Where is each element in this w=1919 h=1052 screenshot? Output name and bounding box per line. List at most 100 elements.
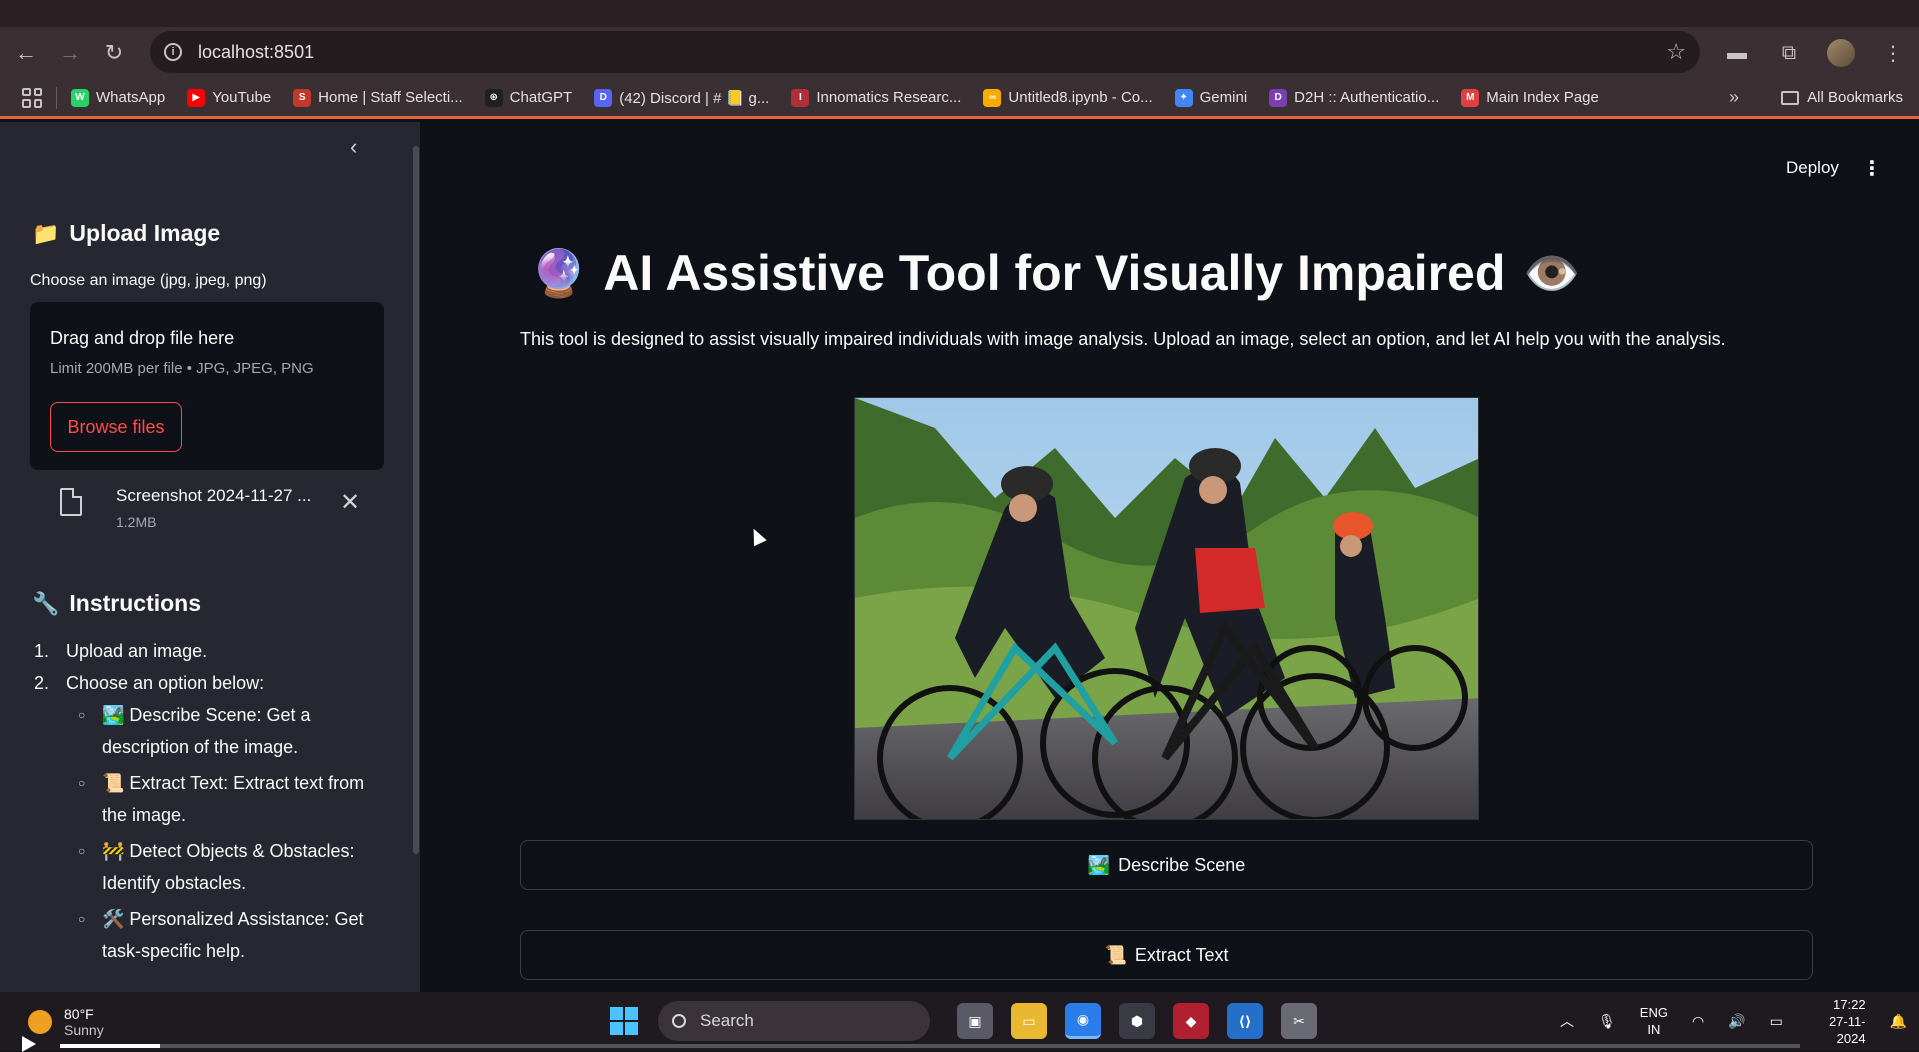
bookmarks-bar: W WhatsApp ▶ YouTube S Home | Staff Selecti..… bbox=[0, 79, 1919, 119]
snipping-tool-icon[interactable]: ✂ bbox=[1281, 1003, 1317, 1039]
microphone-icon[interactable]: 🎙 bbox=[1598, 1013, 1616, 1030]
app-icon-red[interactable]: ◆ bbox=[1173, 1003, 1209, 1039]
bookmark-favicon-icon: D bbox=[594, 88, 613, 107]
bookmark-item[interactable]: ∞ Untitled8.ipynb - Co... bbox=[983, 88, 1153, 107]
app-icon[interactable]: ⬢ bbox=[1119, 1003, 1155, 1039]
picture-emoji-icon: 🏞️ bbox=[1087, 854, 1111, 875]
describe-scene-label: Describe Scene bbox=[1118, 854, 1246, 875]
reload-icon[interactable]: ↻ bbox=[96, 35, 132, 71]
bookmark-label: Innomatics Researc... bbox=[816, 89, 962, 106]
wifi-icon[interactable]: ◠ bbox=[1692, 1013, 1704, 1030]
extensions-icon[interactable]: ⧉ bbox=[1769, 33, 1809, 73]
describe-scene-button[interactable]: 🏞️ Describe Scene bbox=[520, 840, 1813, 890]
profile-avatar[interactable] bbox=[1821, 33, 1861, 73]
upload-heading-text: Upload Image bbox=[69, 220, 221, 246]
sidebar: ‹ 📁 Upload Image Choose an image (jpg, j… bbox=[0, 122, 420, 992]
sidebar-scrollbar[interactable] bbox=[413, 146, 419, 854]
bookmark-label: ChatGPT bbox=[509, 89, 573, 106]
bookmark-favicon-icon: I bbox=[791, 88, 810, 107]
file-size: 1.2MB bbox=[116, 514, 157, 530]
file-explorer-icon[interactable]: ▭ bbox=[1011, 1003, 1047, 1039]
file-name: Screenshot 2024-11-27 ... bbox=[116, 486, 312, 505]
search-icon bbox=[672, 1014, 686, 1028]
bookmark-item[interactable]: I Innomatics Researc... bbox=[791, 88, 962, 107]
window-frame bbox=[0, 0, 1919, 27]
bookmark-favicon-icon: D bbox=[1269, 88, 1288, 107]
bookmark-item[interactable]: ▶ YouTube bbox=[187, 88, 272, 107]
list-item: ○ 🚧 Detect Objects & Obstacles: Identify … bbox=[78, 841, 355, 893]
collapse-sidebar-icon[interactable]: ‹ bbox=[350, 134, 357, 160]
bookmark-item[interactable]: M Main Index Page bbox=[1461, 88, 1599, 107]
bookmark-item[interactable]: ✦ Gemini bbox=[1174, 88, 1248, 107]
vscode-icon[interactable]: ⟨⟩ bbox=[1227, 1003, 1263, 1039]
task-view-icon[interactable]: ▣ bbox=[957, 1003, 993, 1039]
start-menu-icon[interactable] bbox=[610, 1007, 638, 1035]
video-progress-bar[interactable] bbox=[60, 1044, 1800, 1048]
all-bookmarks-label: All Bookmarks bbox=[1807, 89, 1903, 106]
url-text[interactable]: localhost:8501 bbox=[198, 42, 314, 63]
scroll-emoji-icon: 📜 bbox=[1104, 944, 1127, 965]
extract-text-button[interactable]: 📜 Extract Text bbox=[520, 930, 1813, 980]
bookmark-item[interactable]: S Home | Staff Selecti... bbox=[293, 88, 463, 107]
sun-icon bbox=[28, 1010, 52, 1034]
bookmark-star-icon[interactable]: ☆ bbox=[1666, 39, 1686, 65]
windows-taskbar: 80°F Sunny Search ▣ ▭ ◉ ⬢ ◆ ⟨⟩ ✂ ︿ 🎙 ENG… bbox=[0, 992, 1919, 1051]
apps-grid-icon[interactable] bbox=[22, 87, 42, 108]
list-item: ○ 📜 Extract Text: Extract text from the i… bbox=[78, 773, 365, 825]
mouse-cursor-icon bbox=[747, 525, 767, 547]
remove-file-icon[interactable]: ✕ bbox=[340, 488, 360, 517]
page-description: This tool is designed to assist visually… bbox=[520, 329, 1726, 349]
list-item: ○ 🏞️ Describe Scene: Get a description of… bbox=[78, 705, 311, 757]
all-bookmarks[interactable]: All Bookmarks bbox=[1781, 89, 1903, 106]
browser-menu-icon[interactable]: ⋮ bbox=[1873, 33, 1913, 73]
volume-icon[interactable]: 🔊 bbox=[1728, 1013, 1745, 1030]
weather-widget[interactable]: 80°F Sunny bbox=[28, 1006, 104, 1038]
divider bbox=[56, 86, 57, 109]
language-indicator[interactable]: ENG IN bbox=[1640, 1004, 1668, 1038]
tray-expand-icon[interactable]: ︿ bbox=[1560, 1011, 1574, 1031]
bookmark-label: YouTube bbox=[212, 89, 272, 106]
clock[interactable]: 17:22 27-11-2024 bbox=[1807, 996, 1866, 1047]
page-title-text: AI Assistive Tool for Visually Impaired bbox=[603, 245, 1506, 301]
forward-icon[interactable]: → bbox=[52, 35, 88, 71]
wrench-emoji-icon: 🔧 bbox=[32, 590, 60, 616]
weather-temp: 80°F bbox=[64, 1006, 94, 1022]
bookmark-favicon-icon: ✦ bbox=[1174, 88, 1193, 107]
dropzone-title: Drag and drop file here bbox=[50, 328, 235, 348]
more-bookmarks-icon[interactable]: » bbox=[1729, 87, 1739, 108]
chrome-icon[interactable]: ◉ bbox=[1065, 1003, 1101, 1039]
weather-desc: Sunny bbox=[64, 1022, 104, 1038]
instructions-heading-text: Instructions bbox=[69, 590, 202, 616]
bookmark-item[interactable]: D (42) Discord | # 📒 g... bbox=[594, 88, 769, 107]
folder-icon bbox=[1781, 90, 1800, 105]
main-menu-icon[interactable]: ⋮ bbox=[1862, 156, 1882, 181]
battery-icon[interactable]: ▭ bbox=[1770, 1013, 1783, 1030]
instructions-heading: 🔧 Instructions bbox=[32, 590, 201, 617]
search-label: Search bbox=[700, 1011, 754, 1030]
folder-emoji-icon: 📁 bbox=[32, 220, 60, 246]
bookmark-favicon-icon: M bbox=[1461, 88, 1480, 107]
bookmark-item[interactable]: D D2H :: Authenticatio... bbox=[1269, 88, 1439, 107]
back-icon[interactable]: ← bbox=[8, 35, 44, 71]
eye-icon: 👁️ bbox=[1523, 246, 1581, 299]
bookmark-item[interactable]: W WhatsApp bbox=[71, 88, 165, 107]
uploaded-image-preview bbox=[854, 397, 1479, 820]
browse-files-button[interactable]: Browse files bbox=[50, 402, 182, 452]
deploy-button[interactable]: Deploy bbox=[1786, 158, 1839, 178]
file-dropzone[interactable]: Drag and drop file here Limit 200MB per … bbox=[30, 302, 384, 470]
options-sublist: ○ 🏞️ Describe Scene: Get a description of… bbox=[66, 699, 390, 967]
bookmark-favicon-icon: ∞ bbox=[983, 88, 1002, 107]
notification-icon[interactable]: 🔔 bbox=[1890, 1013, 1907, 1030]
extract-text-label: Extract Text bbox=[1134, 944, 1229, 965]
bookmark-label: Untitled8.ipynb - Co... bbox=[1008, 89, 1153, 106]
video-play-icon[interactable] bbox=[22, 1036, 36, 1052]
bookmark-item[interactable]: ⊛ ChatGPT bbox=[484, 88, 573, 107]
taskbar-search[interactable]: Search bbox=[658, 1001, 930, 1041]
media-icon[interactable]: ▬ bbox=[1717, 33, 1757, 73]
bookmark-favicon-icon: ⊛ bbox=[484, 88, 503, 107]
bookmark-label: Gemini bbox=[1199, 89, 1248, 106]
bookmark-favicon-icon: S bbox=[293, 88, 312, 107]
site-info-icon[interactable]: i bbox=[164, 43, 182, 61]
address-bar[interactable]: i localhost:8501 ☆ bbox=[150, 31, 1700, 73]
bookmark-favicon-icon: W bbox=[71, 88, 89, 107]
